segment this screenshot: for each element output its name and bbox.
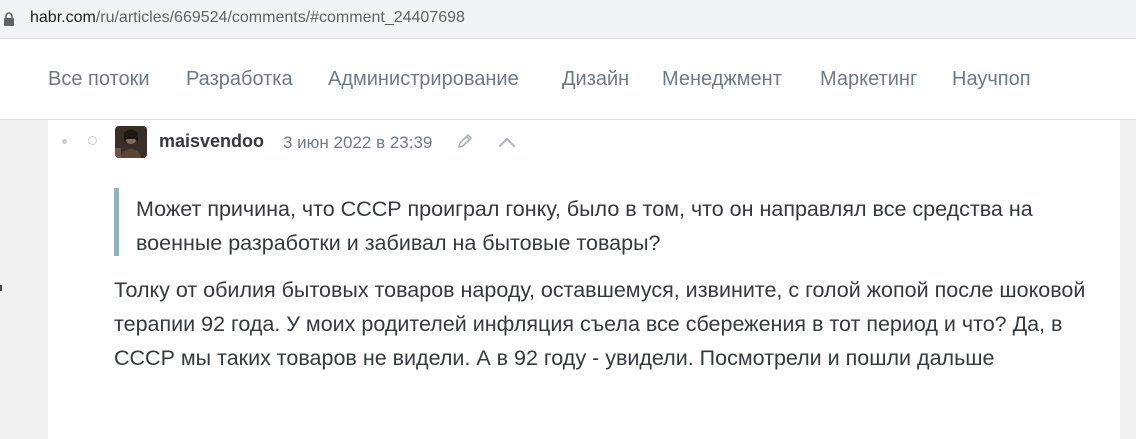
chevron-up-icon[interactable] (498, 135, 516, 154)
thread-level-dot (62, 139, 67, 144)
nav-item-administration[interactable]: Администрирование (328, 68, 519, 91)
url-host: habr.com (30, 9, 96, 26)
nav-item-popsci[interactable]: Научпоп (952, 68, 1031, 91)
page-edge-mark (0, 285, 2, 291)
nav-item-development[interactable]: Разработка (186, 68, 293, 91)
avatar[interactable] (115, 126, 147, 158)
comment-author[interactable]: maisvendoo (159, 131, 264, 152)
lock-icon (3, 12, 15, 31)
comment-date[interactable]: 3 июн 2022 в 23:39 (283, 133, 432, 153)
nav-item-management[interactable]: Менеджмент (662, 68, 782, 91)
nav-item-marketing[interactable]: Маркетинг (820, 68, 917, 91)
edit-icon[interactable] (456, 132, 474, 155)
nav-item-all-streams[interactable]: Все потоки (48, 68, 150, 91)
comment-body: Толку от обилия бытовых товаров народу, … (114, 278, 1086, 370)
thread-level-ring (88, 136, 97, 145)
nav-item-design[interactable]: Дизайн (562, 68, 629, 91)
browser-url-bar[interactable]: habr.com/ru/articles/669524/comments/#co… (0, 0, 1136, 39)
url-path: /ru/articles/669524/comments/#comment_24… (95, 9, 465, 26)
url-text[interactable]: habr.com/ru/articles/669524/comments/#co… (30, 9, 465, 27)
hub-navigation: Все потоки Разработка Администрирование … (0, 39, 1136, 120)
comment-quote: Может причина, что СССР проиграл гонку, … (136, 197, 1033, 255)
